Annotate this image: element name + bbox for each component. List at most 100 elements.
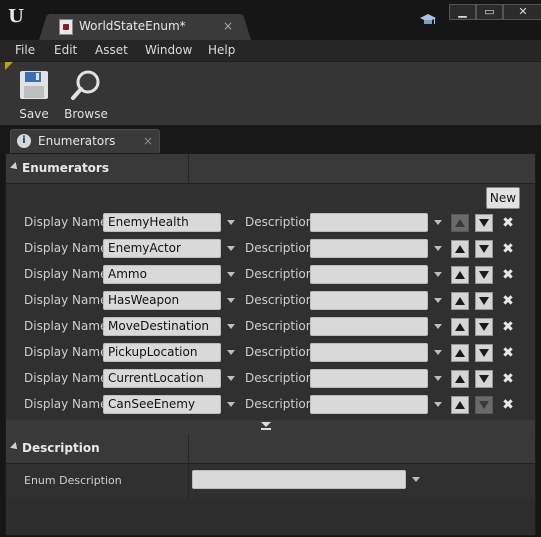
description-dropdown-icon[interactable]: [434, 246, 442, 251]
display-name-field[interactable]: CurrentLocation: [103, 369, 221, 388]
browse-button[interactable]: Browse: [61, 67, 111, 123]
close-window-button[interactable]: ✕: [503, 4, 541, 20]
move-up-button[interactable]: [451, 214, 469, 232]
panel-tab-strip: i Enumerators ×: [0, 125, 541, 153]
display-name-label: Display Name: [24, 267, 108, 281]
new-enumerator-button[interactable]: New: [486, 187, 520, 209]
display-name-dropdown-icon[interactable]: [227, 402, 235, 407]
save-label: Save: [19, 107, 49, 121]
move-up-button[interactable]: [451, 292, 469, 310]
graduation-cap-icon[interactable]: [420, 13, 436, 27]
move-down-button[interactable]: [475, 266, 493, 284]
tab-enumerators[interactable]: i Enumerators ×: [10, 129, 160, 153]
expand-advanced-bar[interactable]: [6, 420, 535, 434]
move-down-button[interactable]: [475, 396, 493, 414]
display-name-field[interactable]: MoveDestination: [103, 317, 221, 336]
description-dropdown-icon[interactable]: [434, 350, 442, 355]
description-dropdown-icon[interactable]: [434, 298, 442, 303]
move-up-button[interactable]: [451, 318, 469, 336]
display-name-dropdown-icon[interactable]: [227, 376, 235, 381]
delete-enumerator-icon[interactable]: ✖: [501, 292, 515, 310]
display-name-dropdown-icon[interactable]: [227, 298, 235, 303]
display-name-field[interactable]: EnemyHealth: [103, 213, 221, 232]
description-field[interactable]: [310, 395, 428, 414]
description-field[interactable]: [310, 291, 428, 310]
menu-help[interactable]: Help: [208, 43, 235, 57]
move-up-button[interactable]: [451, 370, 469, 388]
description-section-title: Description: [22, 441, 100, 455]
enumerator-row: Display Name CurrentLocation Description ✖: [6, 368, 535, 390]
move-up-button[interactable]: [451, 266, 469, 284]
move-down-button[interactable]: [475, 370, 493, 388]
move-down-button[interactable]: [475, 240, 493, 258]
display-name-dropdown-icon[interactable]: [227, 350, 235, 355]
move-down-button[interactable]: [475, 318, 493, 336]
enum-description-label: Enum Description: [24, 474, 122, 487]
delete-enumerator-icon[interactable]: ✖: [501, 266, 515, 284]
collapse-arrow-icon[interactable]: [10, 162, 20, 172]
delete-enumerator-icon[interactable]: ✖: [501, 214, 515, 232]
menu-edit[interactable]: Edit: [54, 43, 77, 57]
enum-description-field[interactable]: [192, 470, 406, 489]
move-up-button[interactable]: [451, 344, 469, 362]
display-name-field[interactable]: PickupLocation: [103, 343, 221, 362]
delete-enumerator-icon[interactable]: ✖: [501, 370, 515, 388]
display-name-label: Display Name: [24, 397, 108, 411]
display-name-dropdown-icon[interactable]: [227, 324, 235, 329]
save-button[interactable]: Save: [9, 67, 59, 123]
description-label: Description: [245, 371, 314, 385]
enum-asset-icon: [59, 19, 73, 35]
description-field[interactable]: [310, 265, 428, 284]
display-name-dropdown-icon[interactable]: [227, 272, 235, 277]
document-tab[interactable]: WorldStateEnum* ×: [39, 14, 251, 40]
maximize-button[interactable]: ▭: [476, 4, 503, 20]
description-dropdown-icon[interactable]: [434, 402, 442, 407]
description-field[interactable]: [310, 317, 428, 336]
enumerator-row: Display Name MoveDestination Description ✖: [6, 316, 535, 338]
description-dropdown-icon[interactable]: [434, 324, 442, 329]
magnifier-icon: [71, 70, 100, 100]
display-name-field[interactable]: EnemyActor: [103, 239, 221, 258]
floppy-disk-icon: [20, 71, 48, 99]
move-up-button[interactable]: [451, 396, 469, 414]
enumerators-list: New Display Name EnemyHealth Description ✖ D…: [6, 184, 535, 420]
description-field[interactable]: [310, 343, 428, 362]
enumerators-section-header[interactable]: Enumerators: [6, 154, 535, 184]
tab-close-button[interactable]: ×: [143, 134, 153, 148]
description-dropdown-icon[interactable]: [434, 272, 442, 277]
description-dropdown-icon[interactable]: [434, 220, 442, 225]
description-field[interactable]: [310, 239, 428, 258]
document-tab-close-button[interactable]: ×: [223, 19, 233, 33]
delete-enumerator-icon[interactable]: ✖: [501, 396, 515, 414]
delete-enumerator-icon[interactable]: ✖: [501, 240, 515, 258]
move-down-button[interactable]: [475, 344, 493, 362]
move-down-button[interactable]: [475, 214, 493, 232]
collapse-arrow-icon[interactable]: [10, 442, 20, 452]
column-divider: [188, 154, 189, 184]
description-section-header[interactable]: Description: [6, 434, 535, 464]
enumerator-row: Display Name CanSeeEnemy Description ✖: [6, 394, 535, 416]
menu-window[interactable]: Window: [145, 43, 192, 57]
menu-asset[interactable]: Asset: [95, 43, 128, 57]
move-down-button[interactable]: [475, 292, 493, 310]
description-dropdown-icon[interactable]: [434, 376, 442, 381]
delete-enumerator-icon[interactable]: ✖: [501, 318, 515, 336]
display-name-dropdown-icon[interactable]: [227, 246, 235, 251]
description-label: Description: [245, 319, 314, 333]
enum-description-dropdown-icon[interactable]: [412, 477, 420, 482]
unreal-logo-icon[interactable]: U: [5, 6, 27, 28]
enumerator-row: Display Name Ammo Description ✖: [6, 264, 535, 286]
description-field[interactable]: [310, 369, 428, 388]
enumerator-row: Display Name PickupLocation Description ✖: [6, 342, 535, 364]
delete-enumerator-icon[interactable]: ✖: [501, 344, 515, 362]
description-field[interactable]: [310, 213, 428, 232]
display-name-dropdown-icon[interactable]: [227, 220, 235, 225]
description-label: Description: [245, 267, 314, 281]
menu-file[interactable]: File: [15, 43, 35, 57]
display-name-field[interactable]: Ammo: [103, 265, 221, 284]
move-up-button[interactable]: [451, 240, 469, 258]
display-name-label: Display Name: [24, 319, 108, 333]
display-name-field[interactable]: HasWeapon: [103, 291, 221, 310]
minimize-button[interactable]: ▁: [449, 4, 476, 20]
display-name-field[interactable]: CanSeeEnemy: [103, 395, 221, 414]
